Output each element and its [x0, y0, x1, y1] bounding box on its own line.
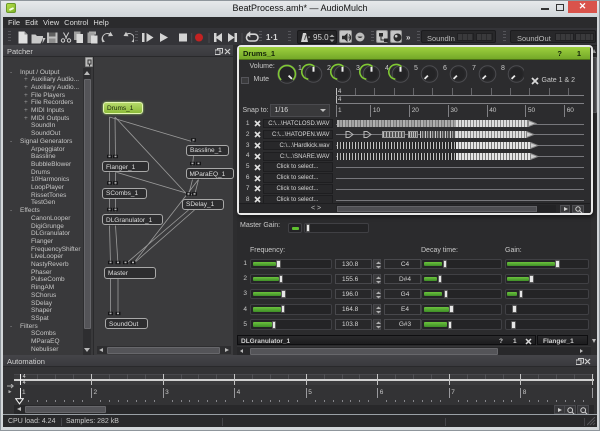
- svg-text:4: 4: [385, 65, 389, 72]
- svg-text:8: 8: [501, 65, 505, 72]
- svg-text:5: 5: [414, 65, 418, 72]
- svg-text:1: 1: [298, 65, 302, 72]
- svg-text:7: 7: [472, 65, 476, 72]
- svg-text:3: 3: [356, 65, 360, 72]
- svg-text:6: 6: [443, 65, 447, 72]
- svg-text:2: 2: [327, 65, 331, 72]
